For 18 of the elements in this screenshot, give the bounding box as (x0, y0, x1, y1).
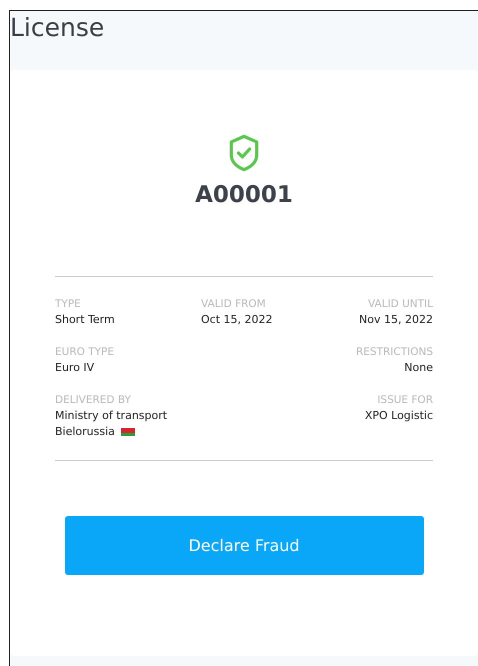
field-value: Short Term (55, 313, 115, 326)
field-label: VALID UNTIL (368, 298, 433, 310)
field-label: RESTRICTIONS (356, 346, 433, 358)
declare-fraud-button[interactable]: Declare Fraud (64, 516, 424, 575)
field-value: Bielorussia (55, 425, 115, 438)
field-value: Nov 15, 2022 (359, 313, 433, 326)
field-label: DELIVERED BY (55, 394, 131, 406)
field-label: VALID FROM (201, 298, 266, 310)
field-value: XPO Logistic (364, 409, 433, 422)
license-number: A00001 (195, 182, 293, 208)
page-title: License (10, 12, 106, 43)
field-value: Ministry of transport (55, 409, 168, 422)
field-label: ISSUE FOR (377, 394, 433, 406)
field-label: EURO TYPE (55, 346, 114, 358)
field-value: Oct 15, 2022 (201, 313, 272, 326)
field-value: None (404, 361, 433, 374)
field-value: Euro IV (55, 361, 94, 374)
field-label: TYPE (55, 298, 81, 310)
